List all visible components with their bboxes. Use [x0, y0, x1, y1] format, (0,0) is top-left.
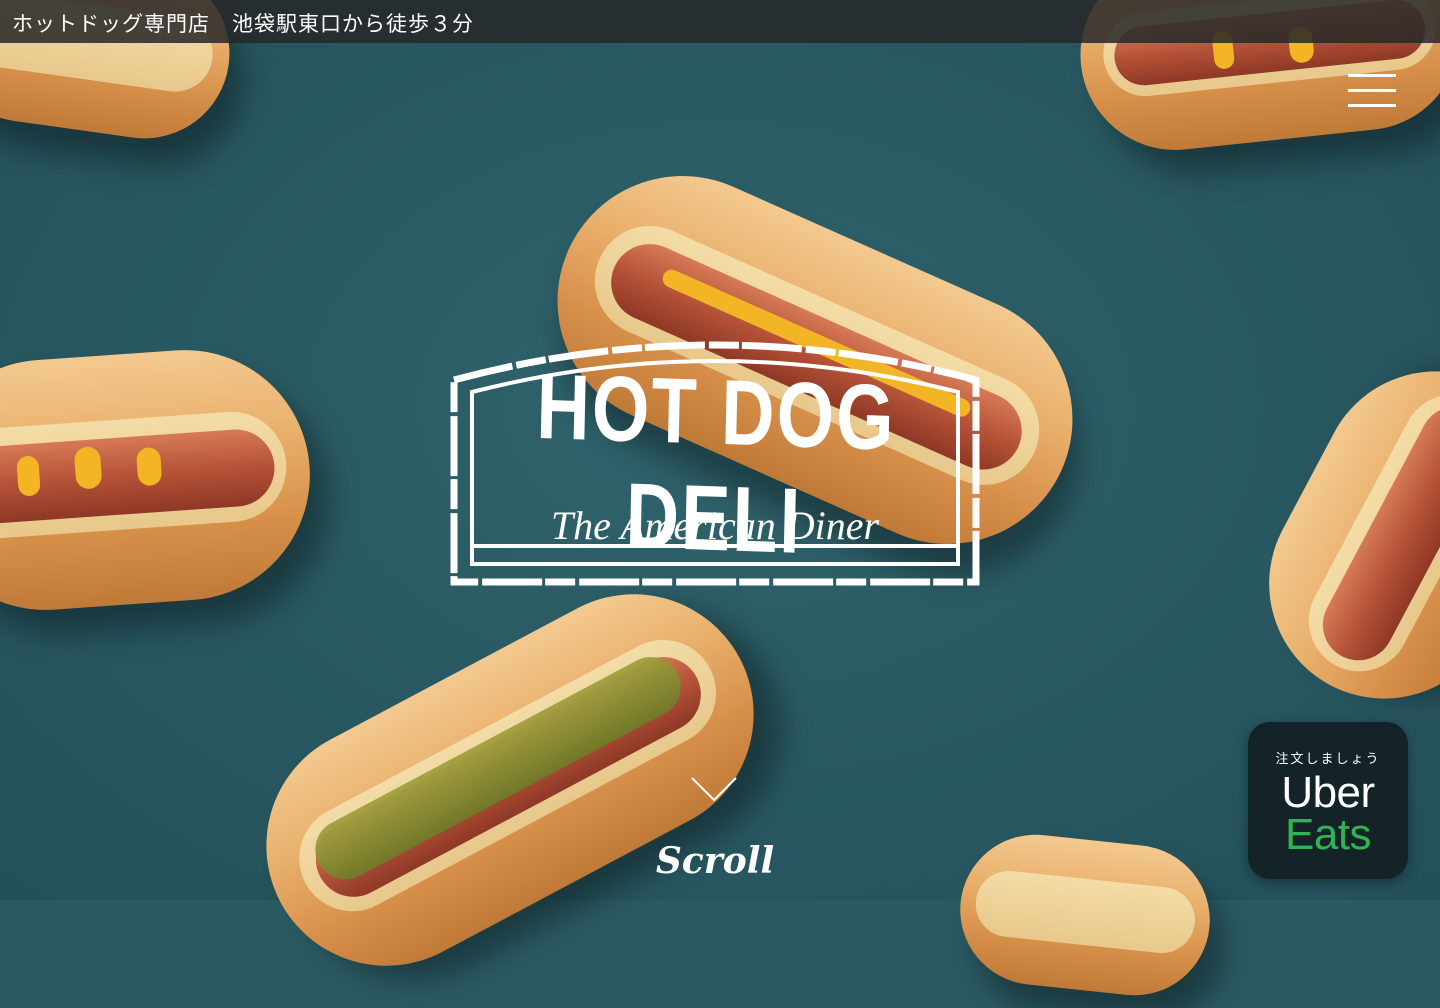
hotdog-image-left	[0, 341, 319, 619]
header-bar: ホットドッグ専門店 池袋駅東口から徒歩３分	[0, 0, 1440, 43]
uber-eats-order-button[interactable]: 注文しましょう Uber Eats	[1248, 722, 1408, 879]
hamburger-menu-icon[interactable]	[1348, 74, 1396, 108]
chevron-down-icon[interactable]	[690, 775, 738, 805]
site-logo: HOT DOG DELI The American Diner	[450, 320, 980, 590]
uber-eats-logo-eats: Eats	[1284, 810, 1372, 859]
uber-eats-order-text: 注文しましょう	[1275, 752, 1381, 767]
header-tagline: ホットドッグ専門店 池袋駅東口から徒歩３分	[12, 12, 474, 36]
hotdog-image-bottom-right	[952, 827, 1218, 1003]
logo-subtitle: The American Diner	[550, 503, 880, 548]
scroll-label[interactable]: Scroll	[640, 840, 790, 882]
